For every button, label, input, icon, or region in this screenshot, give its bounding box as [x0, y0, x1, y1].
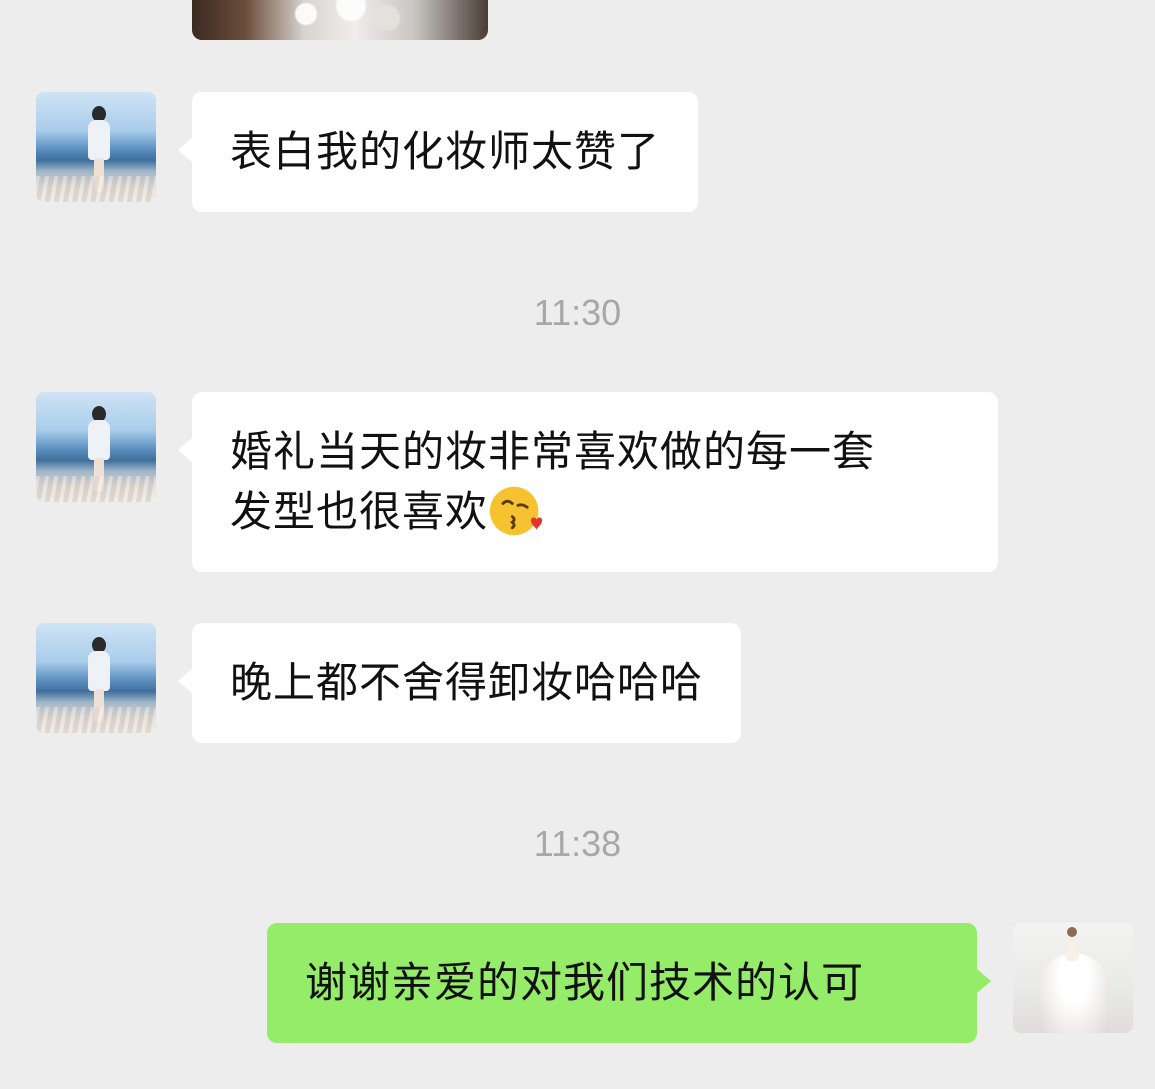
message-text-line: 发型也很喜欢 [230, 482, 960, 543]
message-text: 表白我的化妆师太赞了 [230, 127, 661, 176]
contact-avatar[interactable] [36, 92, 156, 202]
timestamp: 11:30 [533, 292, 622, 333]
message-text-line: 婚礼当天的妆非常喜欢做的每一套 [230, 427, 876, 476]
photo-content [252, 0, 432, 30]
avatar-shore [36, 476, 156, 502]
message-text: 发型也很喜欢 [230, 487, 489, 536]
avatar-dress [1039, 953, 1109, 1033]
image-message-wedding-photo[interactable] [192, 0, 488, 40]
avatar-shore [36, 176, 156, 202]
message-text: 晚上都不舍得卸妆哈哈哈 [230, 658, 704, 707]
message-bubble-incoming[interactable]: 婚礼当天的妆非常喜欢做的每一套 发型也很喜欢 [178, 392, 998, 572]
contact-avatar[interactable] [36, 392, 156, 502]
message-bubble-incoming[interactable]: 表白我的化妆师太赞了 [177, 92, 699, 212]
message-bubble-outgoing[interactable]: 谢谢亲爱的对我们技术的认可 [267, 923, 991, 1043]
message-text: 谢谢亲爱的对我们技术的认可 [305, 958, 865, 1007]
avatar-shore [36, 707, 156, 733]
self-avatar[interactable] [1013, 923, 1133, 1033]
message-bubble-incoming[interactable]: 晚上都不舍得卸妆哈哈哈 [177, 623, 742, 743]
kiss-heart-emoji-icon [489, 486, 543, 535]
timestamp: 11:38 [533, 823, 622, 864]
contact-avatar[interactable] [36, 623, 156, 733]
